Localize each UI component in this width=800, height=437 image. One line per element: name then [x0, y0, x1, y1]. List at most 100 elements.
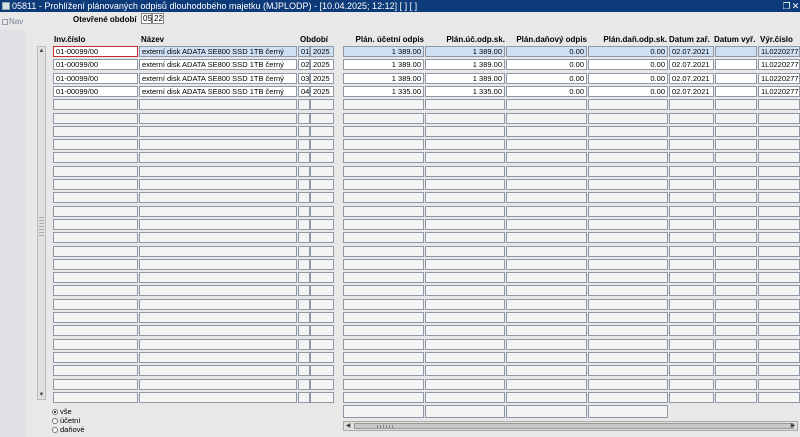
- cell-plan-tax[interactable]: [506, 205, 587, 217]
- filter-option-tax[interactable]: daňové: [52, 425, 85, 434]
- scroll-left-icon[interactable]: ◀: [344, 422, 352, 430]
- cell-plan-acc-cum[interactable]: [425, 365, 505, 377]
- cell-year[interactable]: 2025: [310, 72, 334, 84]
- cell-date-acq[interactable]: 02.07.2021: [669, 72, 714, 84]
- cell-year[interactable]: [310, 139, 334, 151]
- column-header-plan-acc[interactable]: Plán. účetní odpis: [343, 35, 424, 44]
- cell-plan-acc[interactable]: [343, 325, 424, 337]
- cell-date-disp[interactable]: [715, 325, 757, 337]
- cell-year[interactable]: [310, 125, 334, 137]
- cell-month[interactable]: 03: [298, 72, 310, 84]
- cell-plan-tax-cum[interactable]: [588, 272, 668, 284]
- cell-serial[interactable]: [758, 258, 800, 270]
- cell-month[interactable]: [298, 272, 310, 284]
- cell-plan-tax[interactable]: [506, 139, 587, 151]
- cell-month[interactable]: [298, 351, 310, 363]
- cell-serial[interactable]: [758, 365, 800, 377]
- cell-date-acq[interactable]: [669, 218, 714, 230]
- cell-inv[interactable]: [53, 179, 138, 190]
- cell-year[interactable]: [310, 165, 334, 177]
- cell-plan-acc[interactable]: [343, 179, 424, 190]
- cell-plan-tax[interactable]: 0.00: [506, 59, 587, 71]
- cell-year[interactable]: [310, 285, 334, 297]
- cell-name[interactable]: [139, 192, 297, 204]
- cell-plan-tax-cum[interactable]: [588, 325, 668, 337]
- cell-inv[interactable]: [53, 152, 138, 164]
- cell-date-acq[interactable]: 02.07.2021: [669, 59, 714, 71]
- cell-month[interactable]: [298, 205, 310, 217]
- cell-year[interactable]: [310, 152, 334, 164]
- cell-plan-acc-cum[interactable]: [425, 325, 505, 337]
- cell-month[interactable]: [298, 165, 310, 177]
- cell-serial[interactable]: [758, 165, 800, 177]
- cell-year[interactable]: 2025: [310, 85, 334, 97]
- column-header-date-acq[interactable]: Datum zař.: [669, 35, 710, 44]
- cell-date-acq[interactable]: [669, 245, 714, 257]
- cell-name[interactable]: [139, 391, 297, 403]
- restore-icon[interactable]: ❐: [782, 0, 791, 12]
- cell-plan-acc-cum[interactable]: [425, 165, 505, 177]
- cell-plan-tax[interactable]: [506, 179, 587, 190]
- cell-inv[interactable]: [53, 351, 138, 363]
- cell-inv[interactable]: [53, 365, 138, 377]
- cell-serial[interactable]: [758, 99, 800, 111]
- cell-date-disp[interactable]: [715, 152, 757, 164]
- cell-date-disp[interactable]: [715, 351, 757, 363]
- cell-date-disp[interactable]: [715, 365, 757, 377]
- cell-date-disp[interactable]: [715, 312, 757, 323]
- cell-serial[interactable]: 1L0220277: [758, 85, 800, 97]
- cell-serial[interactable]: [758, 285, 800, 297]
- cell-date-acq[interactable]: [669, 139, 714, 151]
- cell-serial[interactable]: [758, 139, 800, 151]
- cell-year[interactable]: [310, 365, 334, 377]
- cell-year[interactable]: [310, 179, 334, 190]
- cell-date-disp[interactable]: [715, 192, 757, 204]
- cell-year[interactable]: [310, 391, 334, 403]
- cell-plan-acc[interactable]: [343, 152, 424, 164]
- cell-plan-tax-cum[interactable]: [588, 205, 668, 217]
- cell-plan-acc-cum[interactable]: [425, 125, 505, 137]
- cell-date-disp[interactable]: [715, 179, 757, 190]
- cell-year[interactable]: [310, 338, 334, 350]
- cell-month[interactable]: [298, 325, 310, 337]
- cell-date-acq[interactable]: [669, 125, 714, 137]
- column-header-serial[interactable]: Výr.číslo: [760, 35, 793, 44]
- cell-date-disp[interactable]: [715, 139, 757, 151]
- cell-plan-tax[interactable]: [506, 152, 587, 164]
- cell-name[interactable]: [139, 351, 297, 363]
- cell-year[interactable]: [310, 245, 334, 257]
- cell-name[interactable]: [139, 218, 297, 230]
- cell-plan-acc-cum[interactable]: 1 389.00: [425, 72, 505, 84]
- cell-plan-acc-cum[interactable]: [425, 338, 505, 350]
- cell-plan-acc-cum[interactable]: [425, 232, 505, 244]
- cell-plan-acc-cum[interactable]: [425, 152, 505, 164]
- cell-date-disp[interactable]: [715, 285, 757, 297]
- cell-inv[interactable]: [53, 312, 138, 323]
- cell-plan-tax-cum[interactable]: [588, 125, 668, 137]
- cell-month[interactable]: [298, 338, 310, 350]
- cell-name[interactable]: [139, 99, 297, 111]
- cell-plan-tax-cum[interactable]: [588, 378, 668, 390]
- cell-inv[interactable]: [53, 338, 138, 350]
- cell-month[interactable]: [298, 245, 310, 257]
- column-header-name[interactable]: Název: [141, 35, 164, 44]
- cell-name[interactable]: [139, 272, 297, 284]
- cell-date-acq[interactable]: [669, 165, 714, 177]
- cell-name[interactable]: [139, 125, 297, 137]
- cell-year[interactable]: [310, 218, 334, 230]
- cell-month[interactable]: [298, 312, 310, 323]
- cell-plan-tax[interactable]: [506, 258, 587, 270]
- cell-plan-tax[interactable]: [506, 245, 587, 257]
- cell-serial[interactable]: [758, 112, 800, 124]
- cell-date-acq[interactable]: 02.07.2021: [669, 46, 714, 57]
- cell-date-acq[interactable]: [669, 378, 714, 390]
- cell-date-acq[interactable]: [669, 112, 714, 124]
- cell-plan-acc-cum[interactable]: [425, 312, 505, 323]
- cell-serial[interactable]: 1L0220277: [758, 46, 800, 57]
- cell-date-disp[interactable]: [715, 205, 757, 217]
- scroll-down-icon[interactable]: ▼: [38, 391, 45, 399]
- cell-plan-acc-cum[interactable]: 1 389.00: [425, 59, 505, 71]
- period-year-field[interactable]: 22: [152, 13, 164, 24]
- cell-name[interactable]: [139, 179, 297, 190]
- cell-date-acq[interactable]: [669, 365, 714, 377]
